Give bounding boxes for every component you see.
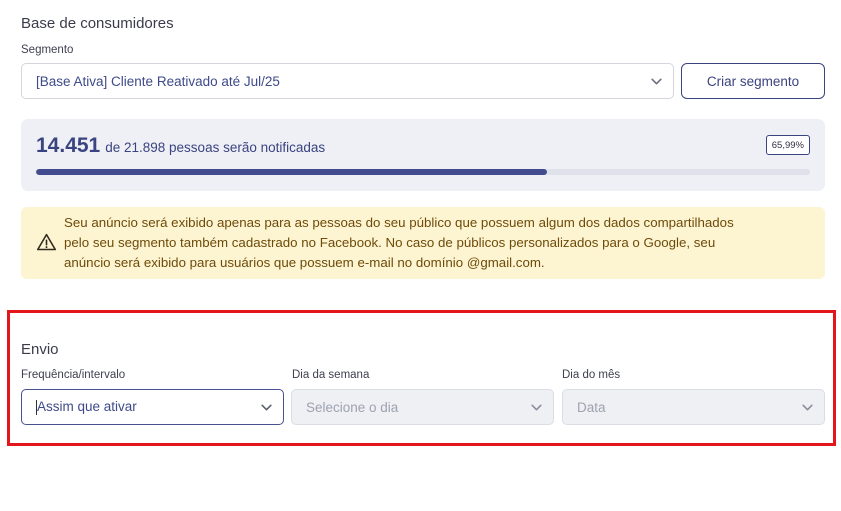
reach-progress-fill: [36, 169, 547, 175]
alert-line: anúncio será exibido para usuários que p…: [64, 255, 545, 270]
highlight-frame: [7, 310, 836, 446]
frequency-label: Frequência/intervalo: [21, 369, 126, 381]
reach-total-text: de 21.898 pessoas serão notificadas: [105, 140, 326, 155]
chevron-down-icon: [249, 390, 283, 424]
facebook-google-warning-alert: Seu anúncio será exibido apenas para as …: [21, 207, 825, 279]
chevron-down-icon: [519, 390, 553, 424]
weekday-label: Dia da semana: [292, 369, 370, 381]
reach-summary-card: 14.451 de 21.898 pessoas serão notificad…: [21, 119, 825, 191]
reach-text: 14.451 de 21.898 pessoas serão notificad…: [36, 134, 325, 158]
segment-select[interactable]: [Base Ativa] Cliente Reativado até Jul/2…: [21, 63, 674, 99]
segment-select-value: [Base Ativa] Cliente Reativado até Jul/2…: [36, 73, 280, 89]
reach-count: 14.451: [36, 134, 101, 157]
weekday-select-placeholder: Selecione o dia: [306, 399, 399, 415]
reach-percent-badge: 65,99%: [765, 135, 810, 155]
frequency-select-value: Assim que ativar: [37, 399, 137, 415]
frequency-select[interactable]: Assim que ativar: [21, 389, 284, 425]
chevron-down-icon: [790, 390, 824, 424]
reach-progress-bar: [36, 169, 810, 175]
create-segment-button[interactable]: Criar segmento: [681, 63, 825, 99]
warning-triangle-icon: [36, 233, 57, 251]
month-day-label: Dia do mês: [562, 369, 621, 381]
segment-label: Segmento: [21, 44, 74, 56]
envio-title: Envio: [21, 341, 59, 358]
alert-line: pelo seu segmento também cadastrado no F…: [64, 235, 716, 250]
month-day-select[interactable]: Data: [562, 389, 825, 425]
weekday-select[interactable]: Selecione o dia: [291, 389, 554, 425]
alert-line: Seu anúncio será exibido apenas para as …: [64, 215, 734, 230]
month-day-select-placeholder: Data: [577, 399, 606, 415]
consumer-base-title: Base de consumidores: [21, 15, 174, 32]
chevron-down-icon: [639, 64, 673, 98]
